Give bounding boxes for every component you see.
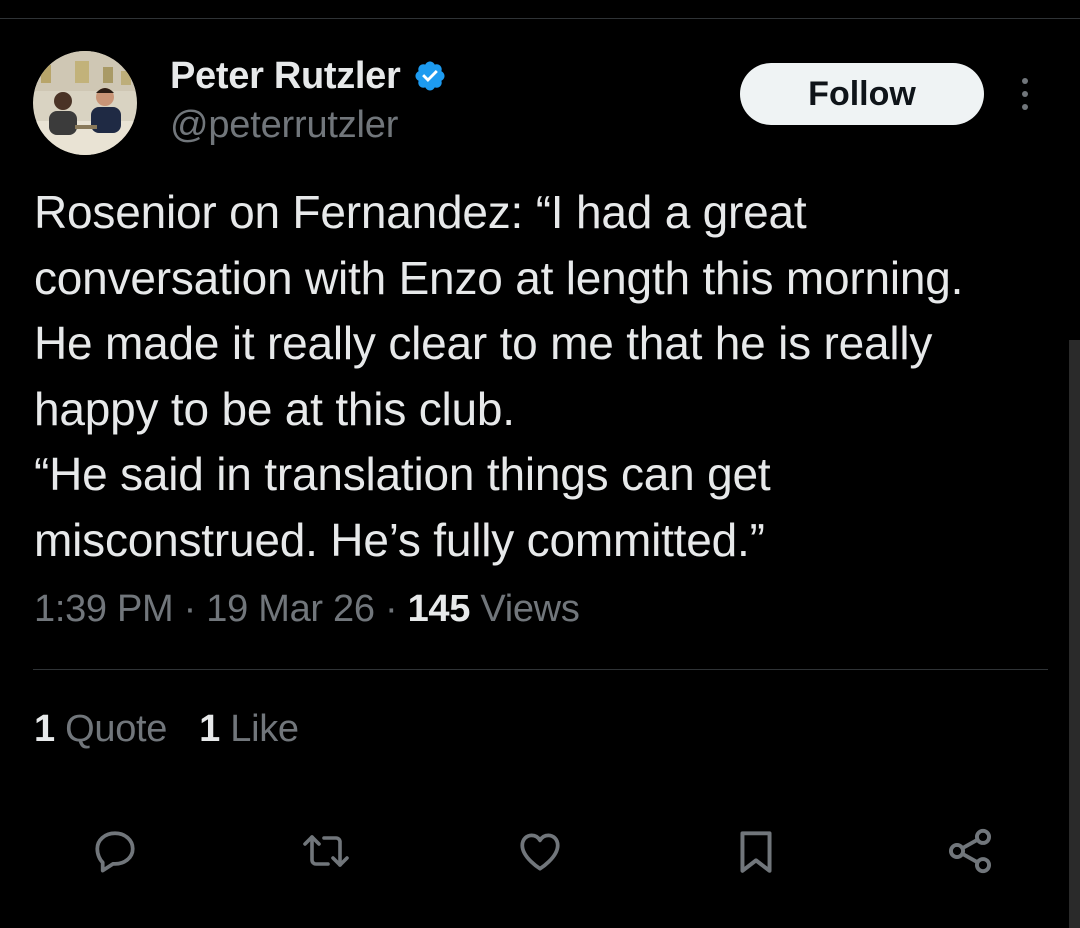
more-dot [1022, 78, 1028, 84]
author-name-row: Peter Rutzler [170, 54, 447, 98]
author-avatar[interactable] [33, 51, 137, 155]
verified-badge-icon[interactable] [413, 59, 447, 93]
profile-photo-icon [33, 51, 137, 155]
quotes-label: Quote [65, 708, 168, 750]
views-label: Views [470, 588, 580, 630]
meta-separator: · [173, 588, 207, 630]
tweet-time[interactable]: 1:39 PM [34, 588, 174, 630]
meta-separator: · [374, 588, 408, 630]
stats-divider [33, 669, 1048, 670]
more-dot [1022, 91, 1028, 97]
views-count: 145 [407, 588, 471, 630]
tweet-paragraph: “He said in translation things can get m… [34, 448, 771, 566]
quotes-count: 1 [34, 708, 55, 750]
bookmark-icon[interactable] [730, 825, 782, 877]
more-dot [1022, 104, 1028, 110]
tweet-meta: 1:39 PM · 19 Mar 26 · 145 Views [34, 588, 580, 631]
retweet-icon[interactable] [300, 825, 352, 877]
follow-button[interactable]: Follow [740, 63, 984, 125]
tweet-detail-page: Peter Rutzler @peterrutzler Follow Rosen… [0, 0, 1080, 928]
tweet-date[interactable]: 19 Mar 26 [206, 588, 375, 630]
author-display-name[interactable]: Peter Rutzler [170, 55, 401, 98]
scrollbar[interactable] [1069, 340, 1080, 928]
quotes-stat[interactable]: 1 Quote [34, 708, 167, 751]
likes-label: Like [230, 708, 299, 750]
engagement-stats: 1 Quote 1 Like [34, 708, 299, 751]
tweet-paragraph: Rosenior on Fernandez: “I had a great co… [34, 186, 964, 435]
author-handle[interactable]: @peterrutzler [170, 104, 398, 147]
reply-icon[interactable] [89, 825, 141, 877]
top-divider [0, 18, 1080, 19]
likes-count: 1 [199, 708, 220, 750]
like-icon[interactable] [514, 825, 566, 877]
likes-stat[interactable]: 1 Like [199, 708, 299, 751]
tweet-text: Rosenior on Fernandez: “I had a great co… [34, 180, 1034, 573]
share-icon[interactable] [944, 825, 996, 877]
more-options-icon[interactable] [1010, 72, 1040, 116]
